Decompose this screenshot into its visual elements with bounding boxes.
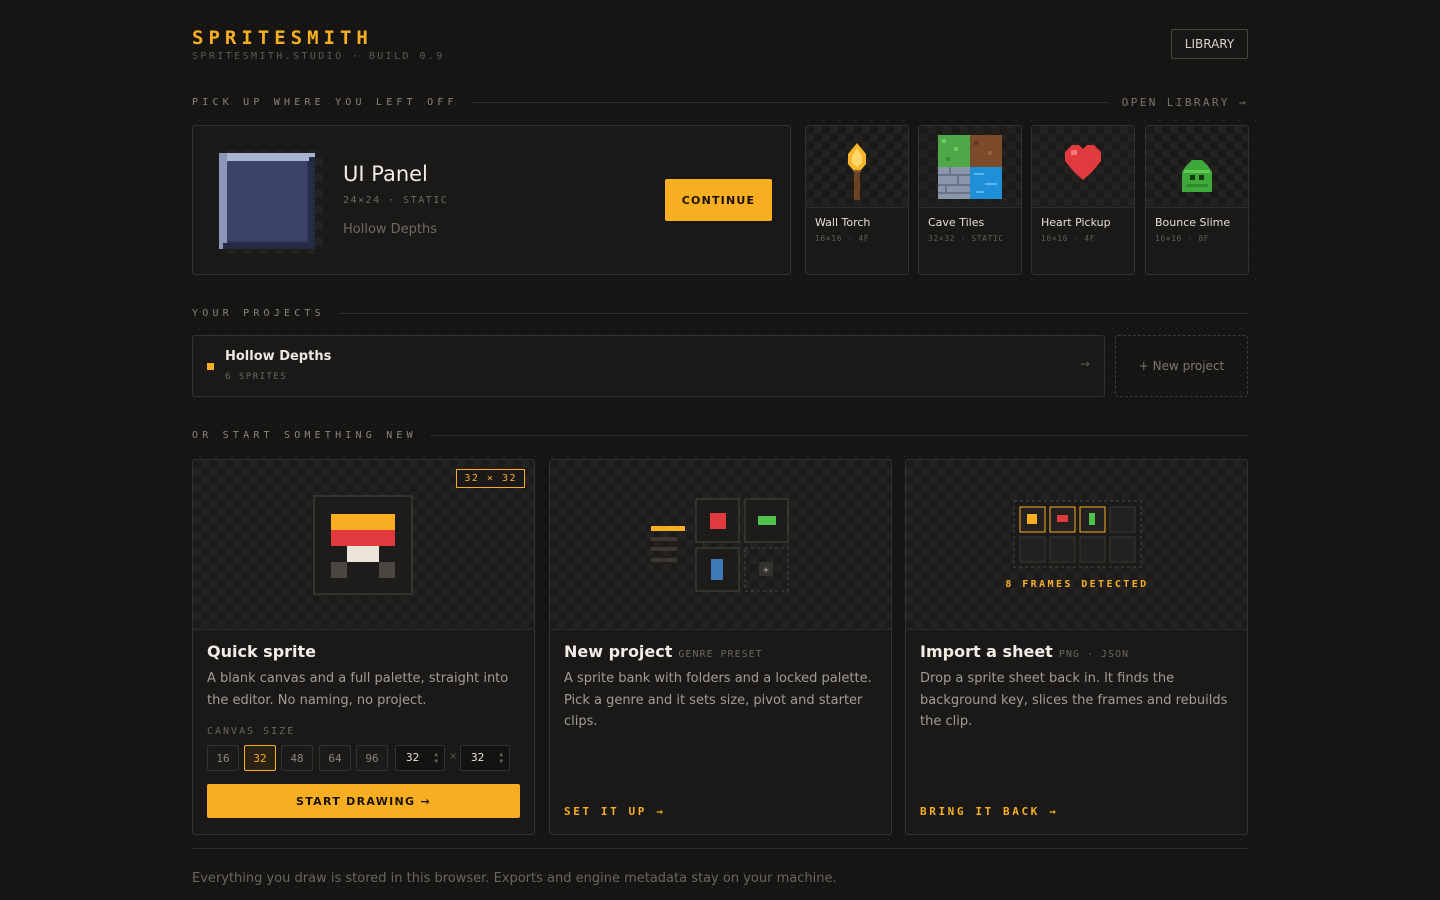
frames-detected-text: 8 FRAMES DETECTED <box>1005 579 1148 590</box>
open-library-link[interactable]: OPEN LIBRARY → <box>1122 96 1248 109</box>
import-sheet-preview: 8 FRAMES DETECTED <box>906 460 1247 630</box>
new-project-preview: + <box>550 460 891 630</box>
size-option-16[interactable]: 16 <box>207 745 239 771</box>
width-stepper[interactable]: 32 ▲ ▼ <box>395 745 445 771</box>
recent-tile[interactable]: Cave Tiles 32×32 · STATIC <box>918 125 1022 275</box>
sprite-bank-icon: + <box>651 498 789 592</box>
recent-tile[interactable]: Bounce Slime 16×16 · 8F <box>1145 125 1249 275</box>
bring-it-back-link[interactable]: BRING IT BACK → <box>920 805 1058 818</box>
card-tag: GENRE PRESET <box>678 649 763 660</box>
section-divider <box>471 102 1108 103</box>
arrow-right-icon: → <box>1079 357 1090 371</box>
footer-divider <box>192 848 1248 849</box>
card-tag: PNG · JSON <box>1058 649 1130 660</box>
stepper-arrows-icon[interactable]: ▲ ▼ <box>434 751 438 765</box>
section-heading: YOUR PROJECTS <box>192 308 325 319</box>
card-title: New project GENRE PRESET <box>564 642 763 661</box>
recent-tile[interactable]: Wall Torch 16×16 · 4F <box>805 125 909 275</box>
height-value: 32 <box>471 751 485 764</box>
project-row[interactable]: Hollow Depths 6 SPRITES → <box>192 335 1105 397</box>
section-divider <box>430 435 1248 436</box>
app-logo: SPRITESMITH <box>192 27 373 49</box>
new-project-button[interactable]: + New project <box>1115 335 1248 397</box>
slime-icon <box>1146 126 1248 208</box>
quick-sprite-card: 32 × 32 Quick sprite A blank canvas and … <box>192 459 535 835</box>
card-title: Import a sheet PNG · JSON <box>920 642 1129 661</box>
card-description: Drop a sprite sheet back in. It finds th… <box>920 671 1228 729</box>
size-separator: × <box>449 751 458 762</box>
continue-button[interactable]: CONTINUE <box>665 179 772 221</box>
canvas-size-badge: 32 × 32 <box>456 469 525 488</box>
app-subtitle: SPRITESMITH.STUDIO · BUILD 0.9 <box>192 51 445 62</box>
card-title-text: New project <box>564 642 673 661</box>
recent-sprite-thumbnail <box>219 150 323 254</box>
torch-icon <box>806 126 908 208</box>
tile-meta: 32×32 · STATIC <box>928 234 1004 243</box>
tile-meta: 16×16 · 4F <box>1041 234 1096 243</box>
footer-note: Everything you draw is stored in this br… <box>192 871 837 886</box>
set-it-up-link[interactable]: SET IT UP → <box>564 805 665 818</box>
recent-section-header: PICK UP WHERE YOU LEFT OFF OPEN LIBRARY … <box>192 96 1248 109</box>
size-option-32[interactable]: 32 <box>244 745 276 771</box>
canvas-size-label: CANVAS SIZE <box>207 726 296 737</box>
ui-panel-sprite-icon <box>219 153 315 249</box>
project-name: Hollow Depths <box>225 349 332 364</box>
heart-icon <box>1032 126 1134 208</box>
quick-sprite-preview: 32 × 32 <box>193 460 534 630</box>
start-drawing-button[interactable]: START DRAWING → <box>207 784 520 818</box>
size-option-96[interactable]: 96 <box>356 745 388 771</box>
start-section-header: OR START SOMETHING NEW <box>192 430 1248 441</box>
sprite-sheet-icon: 8 FRAMES DETECTED <box>1005 500 1148 590</box>
tile-name: Bounce Slime <box>1155 216 1231 229</box>
import-sheet-card[interactable]: 8 FRAMES DETECTED Import a sheet PNG · JS… <box>905 459 1248 835</box>
section-heading: PICK UP WHERE YOU LEFT OFF <box>192 97 458 108</box>
card-description: A blank canvas and a full palette, strai… <box>207 671 509 708</box>
projects-section-header: YOUR PROJECTS <box>192 308 1248 319</box>
tile-name: Cave Tiles <box>928 216 985 229</box>
width-value: 32 <box>406 751 420 764</box>
new-project-card[interactable]: + New project GENRE PRESET A sprite bank … <box>549 459 892 835</box>
card-title-text: Import a sheet <box>920 642 1053 661</box>
add-plus-text: + <box>763 565 769 576</box>
section-heading: OR START SOMETHING NEW <box>192 430 417 441</box>
height-stepper[interactable]: 32 ▲ ▼ <box>460 745 510 771</box>
card-description: A sprite bank with folders and a locked … <box>564 671 872 729</box>
size-option-64[interactable]: 64 <box>319 745 351 771</box>
library-button[interactable]: LIBRARY <box>1171 29 1248 59</box>
tile-name: Wall Torch <box>815 216 871 229</box>
stepper-arrows-icon[interactable]: ▲ ▼ <box>499 751 503 765</box>
tile-name: Heart Pickup <box>1041 216 1111 229</box>
project-sprite-count: 6 SPRITES <box>225 372 288 382</box>
recent-sprite-meta: 24×24 · STATIC <box>343 195 449 206</box>
recent-tile[interactable]: Heart Pickup 16×16 · 4F <box>1031 125 1135 275</box>
size-option-48[interactable]: 48 <box>281 745 313 771</box>
section-divider <box>338 313 1248 314</box>
tile-meta: 16×16 · 8F <box>1155 234 1210 243</box>
recent-sprite-project: Hollow Depths <box>343 222 438 237</box>
project-dot-icon <box>207 363 214 370</box>
tiles-icon <box>919 126 1021 208</box>
card-title: Quick sprite <box>207 642 317 661</box>
recent-sprite-title: UI Panel <box>343 162 428 186</box>
page: SPRITESMITH SPRITESMITH.STUDIO · BUILD 0… <box>192 0 1249 900</box>
tile-meta: 16×16 · 4F <box>815 234 870 243</box>
recent-sprite-card[interactable]: UI Panel 24×24 · STATIC Hollow Depths CO… <box>192 125 791 275</box>
